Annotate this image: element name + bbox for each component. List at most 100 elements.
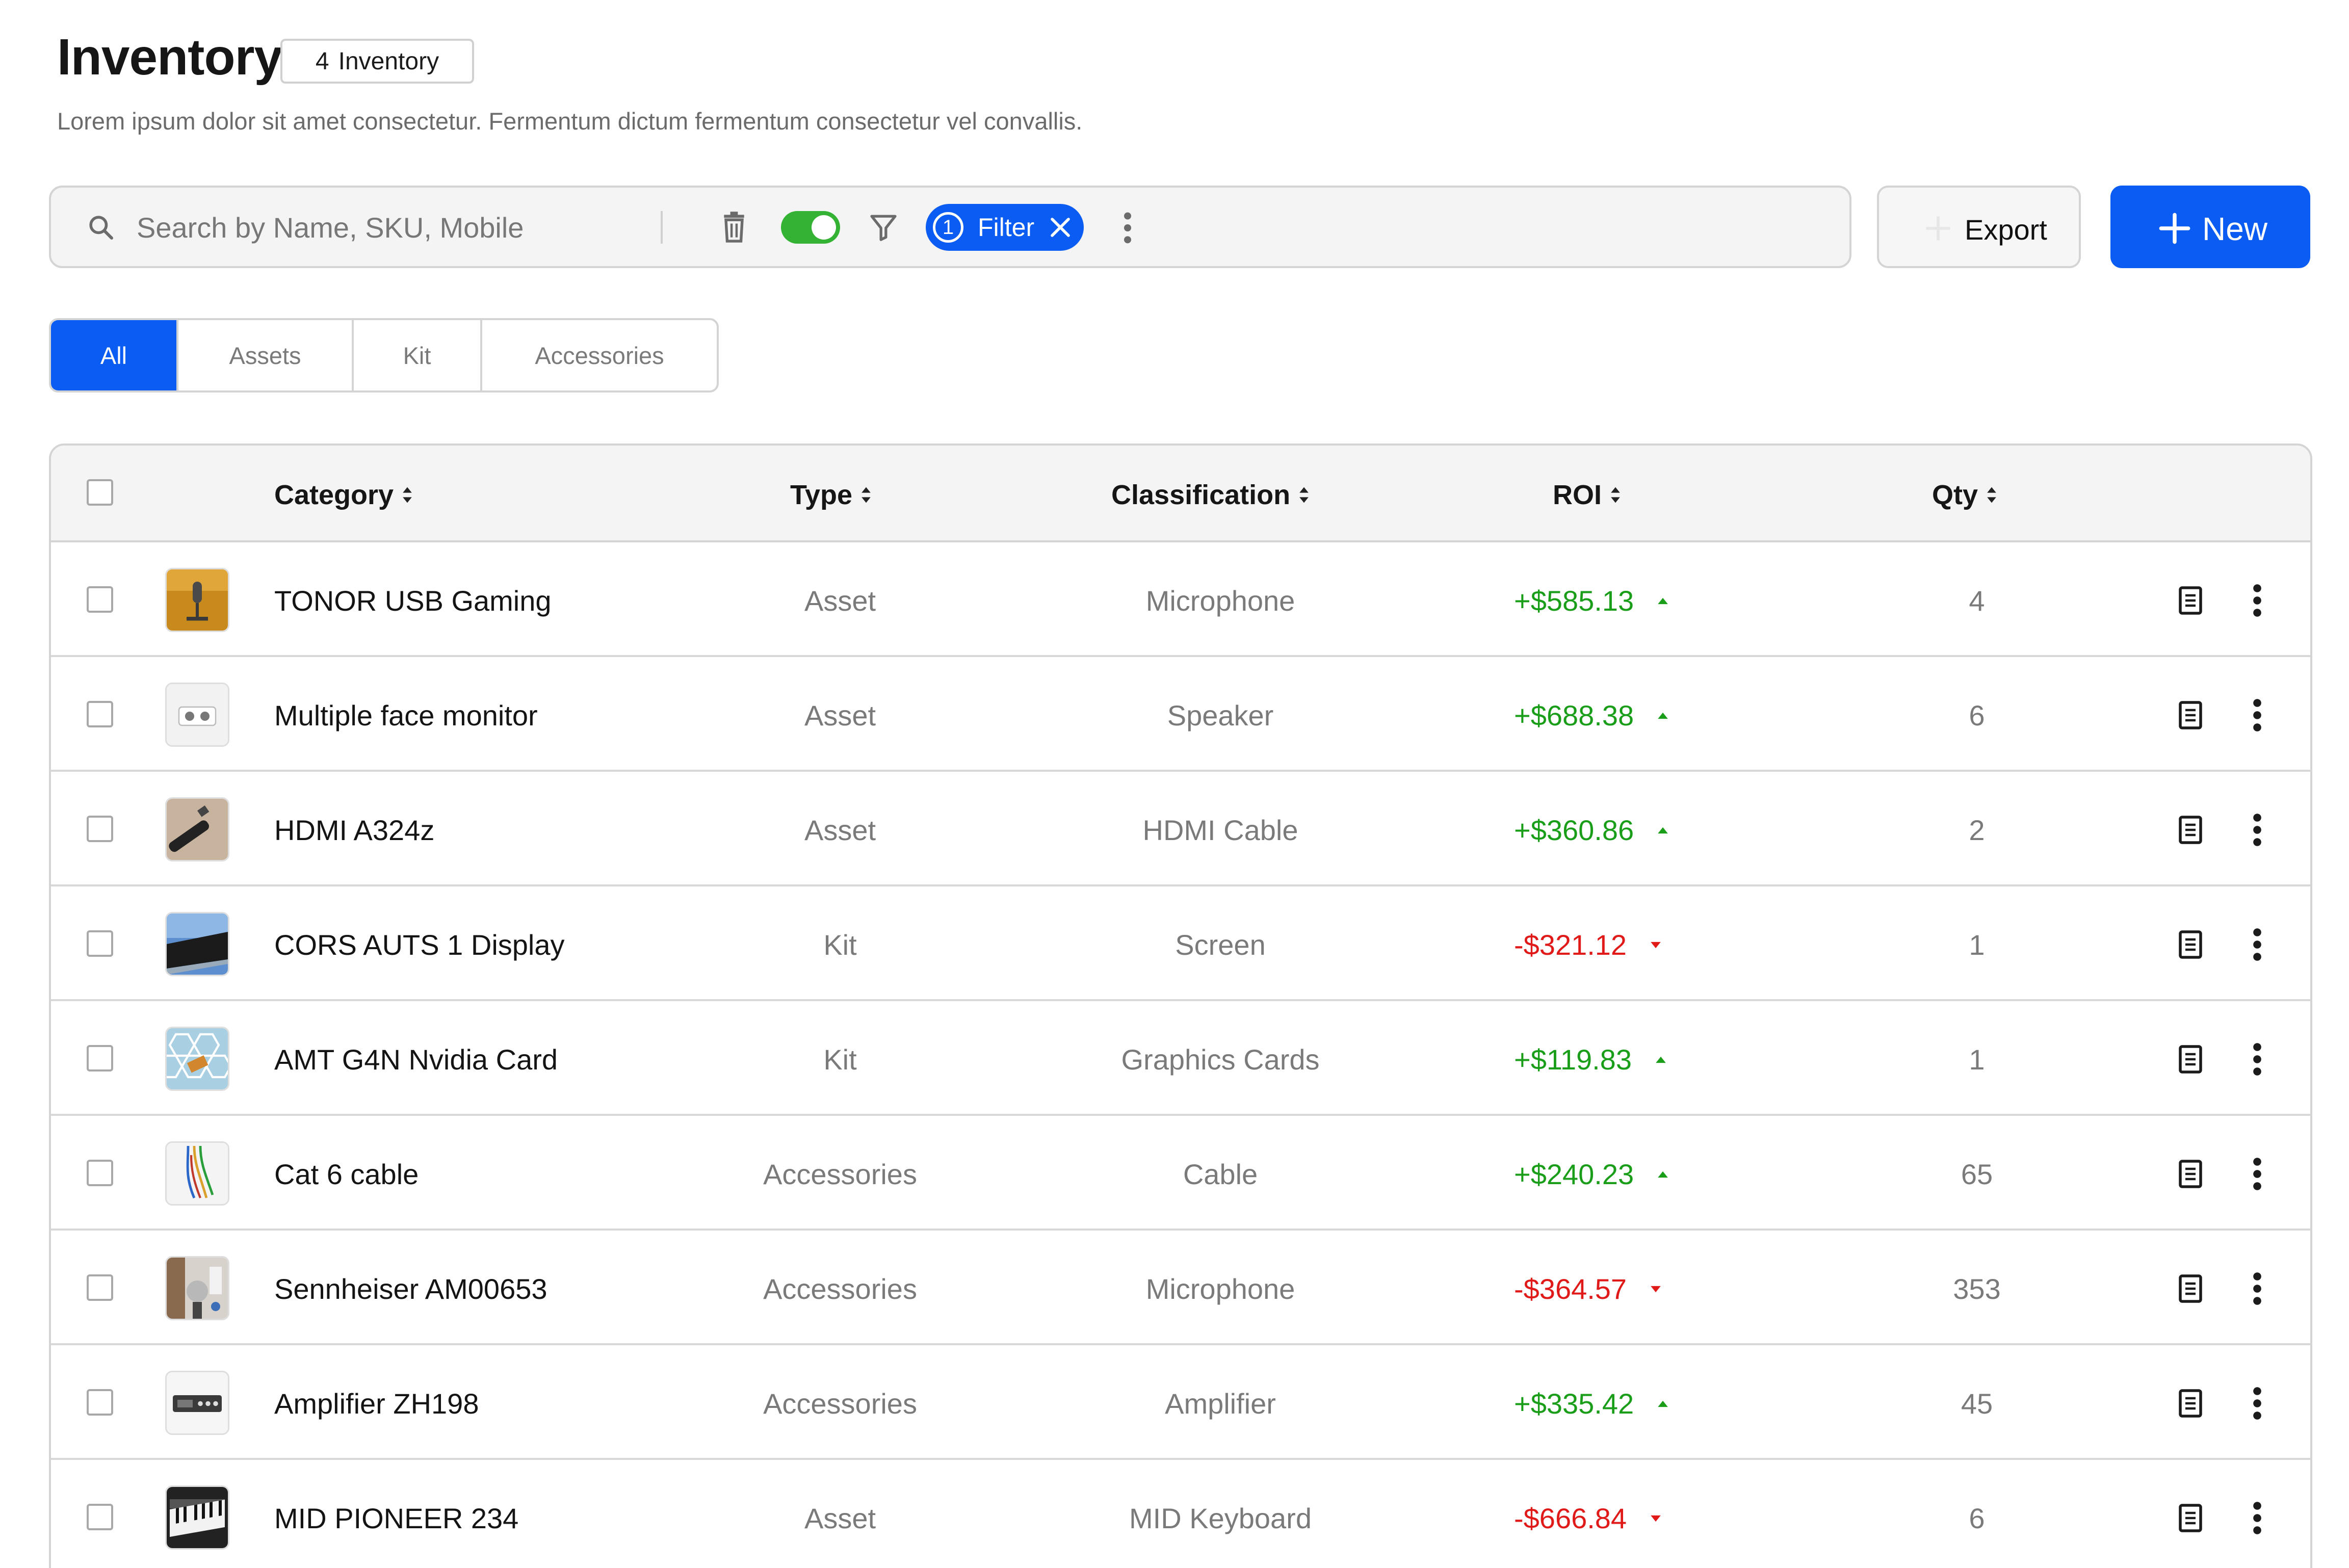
table-row[interactable]: CORS AUTS 1 Display Kit Screen -$321.12 1 <box>51 886 2310 1001</box>
inventory-table: Category Type Classification ROI Qty TON… <box>49 443 2312 1568</box>
roi-amount: +$119.83 <box>1514 1043 1632 1076</box>
trash-icon[interactable] <box>719 211 749 244</box>
row-checkbox[interactable] <box>87 1160 113 1186</box>
product-type: Asset <box>804 814 876 846</box>
more-options-icon[interactable] <box>2251 1500 2263 1536</box>
document-icon[interactable] <box>2177 815 2204 845</box>
row-checkbox[interactable] <box>87 1274 113 1301</box>
roi-amount: +$585.13 <box>1514 585 1634 617</box>
table-row[interactable]: Amplifier ZH198 Accessories Amplifier +$335… <box>51 1345 2310 1460</box>
row-checkbox[interactable] <box>87 1504 113 1530</box>
product-name[interactable]: HDMI A324z <box>274 814 434 847</box>
column-header-qty[interactable]: Qty <box>1932 479 1997 511</box>
toggle-switch[interactable] <box>781 211 840 244</box>
product-name[interactable]: MID PIONEER 234 <box>274 1502 518 1535</box>
search-input[interactable] <box>137 206 646 249</box>
document-icon[interactable] <box>2177 585 2204 616</box>
product-thumbnail <box>165 568 229 632</box>
filter-count: 1 <box>933 212 963 243</box>
badge-label: Inventory <box>338 47 439 75</box>
column-header-roi[interactable]: ROI <box>1553 479 1621 511</box>
tab-accessories[interactable]: Accessories <box>482 320 717 390</box>
product-type: Accessories <box>763 1388 917 1420</box>
product-name[interactable]: CORS AUTS 1 Display <box>274 928 565 961</box>
product-type: Accessories <box>763 1158 917 1190</box>
product-classification: MID Keyboard <box>1129 1502 1312 1534</box>
row-checkbox[interactable] <box>87 701 113 727</box>
roi-value: +$335.42 <box>1514 1387 1672 1420</box>
display-image <box>167 913 228 975</box>
column-header-type[interactable]: Type <box>790 479 872 511</box>
tab-kit[interactable]: Kit <box>354 320 482 390</box>
active-filter-chip[interactable]: 1 Filter <box>926 204 1084 251</box>
product-classification: Amplifier <box>1165 1388 1276 1420</box>
more-options-icon[interactable] <box>2251 1385 2263 1422</box>
document-icon[interactable] <box>2177 1273 2204 1304</box>
close-icon[interactable] <box>1048 215 1073 240</box>
roi-value: -$364.57 <box>1514 1272 1664 1305</box>
filter-funnel-icon[interactable] <box>869 212 898 243</box>
product-qty: 4 <box>1969 585 1985 617</box>
table-row[interactable]: Cat 6 cable Accessories Cable +$240.23 65 <box>51 1116 2310 1231</box>
more-options-icon[interactable] <box>1121 210 1134 246</box>
more-options-icon[interactable] <box>2251 812 2263 848</box>
table-row[interactable]: MID PIONEER 234 Asset MID Keyboard -$666.84… <box>51 1460 2310 1568</box>
more-options-icon[interactable] <box>2251 582 2263 619</box>
tab-assets[interactable]: Assets <box>178 320 354 390</box>
more-options-icon[interactable] <box>2251 1041 2263 1078</box>
row-checkbox[interactable] <box>87 586 113 613</box>
product-classification: Graphics Cards <box>1121 1043 1320 1076</box>
product-name[interactable]: Cat 6 cable <box>274 1158 419 1191</box>
page-title: Inventory <box>57 29 282 86</box>
select-all-checkbox[interactable] <box>87 479 113 506</box>
new-button[interactable]: New <box>2110 186 2310 268</box>
export-button[interactable]: Export <box>1877 186 2081 268</box>
page-subtitle: Lorem ipsum dolor sit amet consectetur. … <box>57 108 1083 135</box>
document-icon[interactable] <box>2177 700 2204 730</box>
document-icon[interactable] <box>2177 1503 2204 1533</box>
product-type: Asset <box>804 1502 876 1534</box>
column-header-category[interactable]: Category <box>274 479 413 511</box>
roi-value: +$585.13 <box>1514 584 1672 617</box>
product-name[interactable]: Amplifier ZH198 <box>274 1387 479 1420</box>
filter-label: Filter <box>978 213 1035 242</box>
table-row[interactable]: Sennheiser AM00653 Accessories Microphone -… <box>51 1231 2310 1345</box>
product-classification: HDMI Cable <box>1142 814 1298 846</box>
roi-amount: +$335.42 <box>1514 1388 1634 1420</box>
trend-down-icon <box>1651 1286 1661 1292</box>
more-options-icon[interactable] <box>2251 1270 2263 1307</box>
column-header-classification[interactable]: Classification <box>1111 479 1310 511</box>
speaker-image <box>167 684 228 745</box>
document-icon[interactable] <box>2177 929 2204 960</box>
table-row[interactable]: AMT G4N Nvidia Card Kit Graphics Cards +$11… <box>51 1001 2310 1116</box>
export-label: Export <box>1965 214 2047 246</box>
more-options-icon[interactable] <box>2251 697 2263 734</box>
product-type: Asset <box>804 699 876 731</box>
product-qty: 2 <box>1969 814 1985 846</box>
table-row[interactable]: HDMI A324z Asset HDMI Cable +$360.86 2 <box>51 772 2310 886</box>
document-icon[interactable] <box>2177 1388 2204 1419</box>
roi-amount: +$688.38 <box>1514 699 1634 731</box>
row-checkbox[interactable] <box>87 1045 113 1072</box>
product-name[interactable]: TONOR USB Gaming <box>274 584 552 617</box>
product-type: Kit <box>823 929 857 961</box>
trend-up-icon <box>1658 1171 1668 1178</box>
document-icon[interactable] <box>2177 1044 2204 1075</box>
sort-icon <box>1299 487 1309 503</box>
table-row[interactable]: Multiple face monitor Asset Speaker +$688.3… <box>51 657 2310 772</box>
studio-mic-image <box>167 1258 228 1319</box>
row-checkbox[interactable] <box>87 1389 113 1416</box>
product-name[interactable]: Sennheiser AM00653 <box>274 1272 547 1305</box>
sort-icon <box>862 487 871 503</box>
row-checkbox[interactable] <box>87 930 113 957</box>
product-classification: Cable <box>1183 1158 1258 1190</box>
product-name[interactable]: Multiple face monitor <box>274 699 538 732</box>
product-name[interactable]: AMT G4N Nvidia Card <box>274 1043 558 1076</box>
document-icon[interactable] <box>2177 1159 2204 1189</box>
more-options-icon[interactable] <box>2251 926 2263 963</box>
row-checkbox[interactable] <box>87 816 113 842</box>
tab-all[interactable]: All <box>51 320 178 390</box>
table-row[interactable]: TONOR USB Gaming Asset Microphone +$585.13 4 <box>51 542 2310 657</box>
more-options-icon[interactable] <box>2251 1156 2263 1192</box>
product-qty: 1 <box>1969 1043 1985 1076</box>
